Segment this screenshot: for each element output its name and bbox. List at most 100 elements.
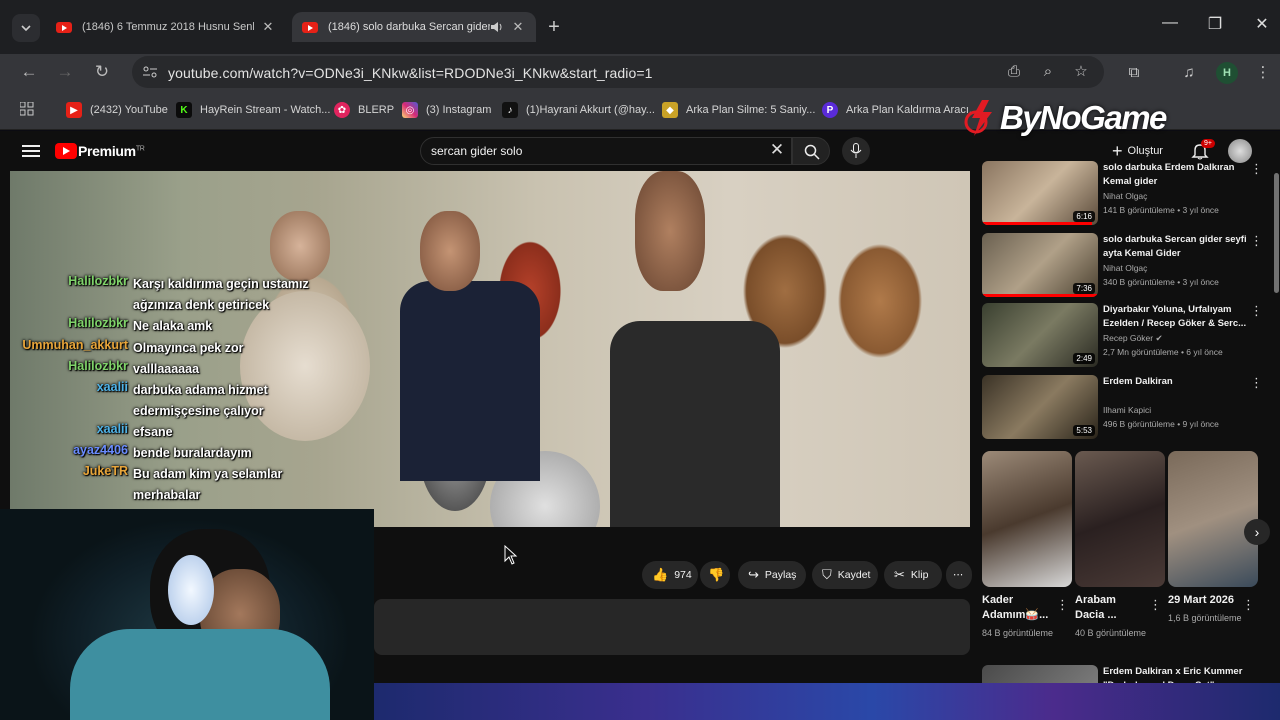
short-title[interactable]: 29 Mart 2026 (1168, 593, 1240, 608)
video-player[interactable]: Halilozbkr Karşı kaldırıma geçin ustamız… (10, 171, 970, 527)
related-video[interactable]: 7:36 solo darbuka Sercan gider seyfi ayt… (982, 233, 1278, 299)
zoom-icon[interactable]: ⌕ (1038, 62, 1058, 82)
video-title[interactable]: Erdem Dalkiran (1103, 375, 1253, 389)
youtube-premium-logo[interactable]: PremiumTR (78, 143, 145, 159)
account-avatar[interactable] (1228, 139, 1252, 163)
short-views: 84 B görüntüleme (982, 628, 1054, 638)
description-box[interactable] (374, 599, 970, 655)
microphone-icon (850, 143, 862, 158)
tab-close-icon[interactable]: ✕ (510, 19, 526, 35)
tab-close-icon[interactable]: ✕ (260, 19, 276, 35)
shorts-next-button[interactable]: › (1244, 519, 1270, 545)
address-bar[interactable]: youtube.com/watch?v=ODNe3i_KNkw&list=RDO… (132, 56, 1104, 88)
more-options-icon[interactable]: ⋮ (1250, 303, 1263, 319)
browser-tab-1[interactable]: (1846) 6 Temmuz 2018 Husnu Senlendirici … (46, 12, 286, 42)
share-button[interactable]: ↪ Paylaş (738, 561, 806, 589)
short-thumbnail[interactable] (1168, 451, 1258, 587)
search-button[interactable] (792, 137, 830, 165)
speaker-icon[interactable] (490, 21, 504, 33)
video-actions: 👍 974 👎 ↪ Paylaş ⛉ Kaydet ✂ Klip ⋯ (374, 561, 974, 591)
duration-badge: 6:16 (1073, 211, 1095, 222)
bookmark-star-icon[interactable]: ☆ (1071, 62, 1091, 82)
bookmark-youtube[interactable]: ▶ (2432) YouTube (66, 101, 168, 119)
channel-name[interactable]: Recep Göker ✔ (1103, 333, 1163, 344)
channel-name[interactable]: Nihat Olgaç (1103, 191, 1147, 201)
media-controls-icon[interactable]: ♫ (1178, 62, 1200, 84)
bookmark-instagram[interactable]: ◎ (3) Instagram (402, 101, 491, 119)
youtube-favicon-icon (302, 21, 318, 33)
chat-text: efsane (133, 425, 173, 439)
scissors-icon: ✂ (894, 567, 905, 582)
hamburger-menu-icon[interactable] (22, 142, 40, 160)
browser-tab-bar: (1846) 6 Temmuz 2018 Husnu Senlendirici … (0, 0, 1280, 54)
extensions-icon[interactable]: ⧉ (1123, 62, 1145, 84)
scrollbar[interactable] (1274, 173, 1279, 293)
channel-name[interactable]: Nihat Olgaç (1103, 263, 1147, 273)
video-thumbnail[interactable]: 7:36 (982, 233, 1098, 297)
short-item[interactable]: Arabam Dacia ... 40 B görüntüleme ⋮ (1075, 451, 1165, 640)
minimize-button[interactable]: — (1150, 14, 1190, 32)
related-video[interactable]: 5:53 Erdem Dalkiran Ilhami Kapici 496 B … (982, 375, 1278, 441)
more-options-icon[interactable]: ⋮ (1149, 597, 1162, 613)
bookmark-tiktok[interactable]: ♪ (1)Hayrani Akkurt (@hay... (502, 101, 655, 119)
chat-text: valllaaaaaa (133, 362, 200, 376)
video-thumbnail[interactable]: 2:49 (982, 303, 1098, 367)
site-settings-icon[interactable] (142, 65, 158, 79)
browser-toolbar: ← → ↻ youtube.com/watch?v=ODNe3i_KNkw&li… (0, 54, 1280, 90)
restore-button[interactable]: ❐ (1195, 14, 1235, 34)
apps-grid-icon[interactable] (20, 102, 34, 116)
chat-username: Ummuhan_akkurt (22, 338, 128, 352)
tab-search-button[interactable] (12, 14, 40, 42)
video-title[interactable]: Diyarbakır Yoluna, Urfalıyam Ezelden / R… (1103, 303, 1253, 331)
video-thumbnail[interactable]: 6:16 (982, 161, 1098, 225)
video-title[interactable]: solo darbuka Sercan gider seyfi ayta Kem… (1103, 233, 1253, 261)
forward-button[interactable]: → (53, 60, 77, 84)
dislike-button[interactable]: 👎 (700, 561, 730, 589)
video-thumbnail[interactable]: 5:53 (982, 375, 1098, 439)
short-title[interactable]: Kader Adamım🥁... (982, 593, 1054, 623)
short-thumbnail[interactable] (1075, 451, 1165, 587)
chat-text: bende buralardayım (133, 446, 252, 460)
picsart-icon: P (822, 102, 838, 118)
headphones-icon (168, 555, 214, 625)
youtube-logo-icon[interactable] (55, 143, 77, 159)
install-app-icon[interactable]: ⎙ (1004, 62, 1024, 82)
bookmark-label: BLERP (358, 104, 395, 116)
short-item[interactable]: Kader Adamım🥁... 84 B görüntüleme ⋮ (982, 451, 1072, 640)
channel-name[interactable]: Ilhami Kapici (1103, 405, 1151, 415)
bookmark-blerp[interactable]: ✿ BLERP (334, 101, 394, 119)
like-button[interactable]: 👍 974 (642, 561, 698, 589)
more-options-icon[interactable]: ⋮ (1250, 233, 1263, 249)
clear-search-icon[interactable]: ✕ (768, 141, 786, 159)
more-options-icon[interactable]: ⋮ (1250, 161, 1263, 177)
search-input[interactable] (431, 143, 751, 159)
video-title[interactable]: solo darbuka Erdem Dalkıran Kemal gider (1103, 161, 1253, 189)
create-button[interactable]: + Oluştur (1112, 139, 1163, 163)
short-thumbnail[interactable] (982, 451, 1072, 587)
short-title[interactable]: Arabam Dacia ... (1075, 593, 1147, 623)
thumbs-up-icon: 👍 (652, 567, 669, 582)
more-options-icon[interactable]: ⋮ (1242, 597, 1255, 613)
bookmark-picsart[interactable]: P Arka Plan Kaldırma Aracı... (822, 101, 978, 119)
reload-button[interactable]: ↻ (90, 60, 114, 84)
share-icon: ↪ (748, 567, 759, 582)
performer-shirt (610, 321, 780, 527)
bookmark-kick[interactable]: K HayRein Stream - Watch... (176, 101, 330, 119)
browser-menu-icon[interactable]: ⋮ (1252, 62, 1274, 84)
more-options-icon[interactable]: ⋮ (1250, 375, 1263, 391)
clip-label: Klip (910, 569, 929, 581)
related-video[interactable]: 2:49 Diyarbakır Yoluna, Urfalıyam Ezelde… (982, 303, 1278, 369)
close-window-button[interactable]: ✕ (1242, 14, 1280, 34)
back-button[interactable]: ← (17, 60, 41, 84)
more-actions-button[interactable]: ⋯ (946, 561, 972, 589)
related-video[interactable]: 6:16 solo darbuka Erdem Dalkıran Kemal g… (982, 161, 1278, 227)
more-options-icon[interactable]: ⋮ (1056, 597, 1069, 613)
browser-tab-2[interactable]: (1846) solo darbuka Sercan gider ✕ (292, 12, 536, 42)
voice-search-button[interactable] (842, 137, 870, 165)
new-tab-button[interactable]: + (544, 14, 564, 40)
save-button[interactable]: ⛉ Kaydet (812, 561, 878, 589)
clip-button[interactable]: ✂ Klip (884, 561, 942, 589)
profile-avatar[interactable]: H (1216, 62, 1238, 84)
bookmark-removebg[interactable]: ◆ Arka Plan Silme: 5 Saniy... (662, 101, 815, 119)
video-meta: 2,7 Mn görüntüleme • 6 yıl önce (1103, 347, 1223, 357)
